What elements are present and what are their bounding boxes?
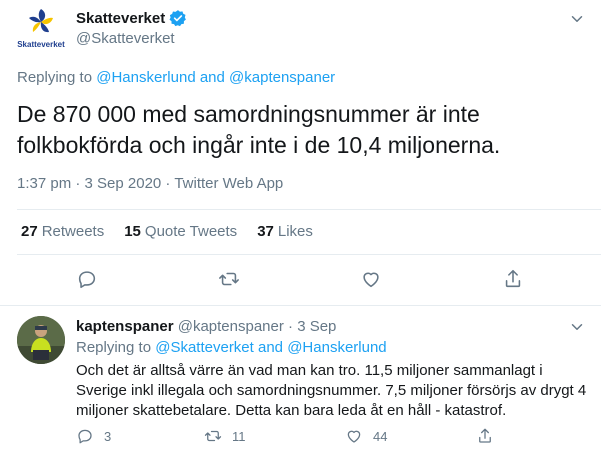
author-name[interactable]: Skatteverket xyxy=(76,9,187,27)
tweet-timestamp[interactable]: 1:37 pm · 3 Sep 2020 · Twitter Web App xyxy=(17,175,283,192)
tweet-actions xyxy=(0,268,601,292)
tweet-stats: 27 Retweets 15 Quote Tweets 37 Likes xyxy=(21,223,333,240)
chevron-down-icon[interactable] xyxy=(568,318,586,336)
reply-text: Och det är alltså värre än vad man kan t… xyxy=(76,362,587,419)
quote-tweets-stat[interactable]: 15 Quote Tweets xyxy=(124,223,237,240)
quotes-label: Quote Tweets xyxy=(144,223,238,240)
divider xyxy=(0,305,601,306)
share-icon[interactable] xyxy=(502,268,524,290)
like-count: 44 xyxy=(373,428,388,444)
reply-date[interactable]: 3 Sep xyxy=(297,318,336,335)
replying-to: Replying to @Skatteverket and @Hanskerlu… xyxy=(76,339,387,356)
reply-icon[interactable] xyxy=(76,268,98,290)
replying-prefix: Replying to xyxy=(17,69,93,86)
reply-author-handle[interactable]: @kaptenspaner xyxy=(178,318,284,335)
replying-to: Replying to @Hanskerlund and @kaptenspan… xyxy=(17,69,335,86)
replying-and: and xyxy=(258,339,284,356)
tweet-text: De 870 000 med samordningsnummer är inte… xyxy=(17,101,501,158)
replying-user-link[interactable]: @Hanskerlund xyxy=(287,339,386,356)
like-button[interactable]: 44 xyxy=(345,427,387,445)
like-icon xyxy=(347,430,361,443)
quotes-count: 15 xyxy=(124,223,141,240)
avatar[interactable] xyxy=(17,316,65,364)
reply-count: 3 xyxy=(104,428,112,444)
verified-badge-icon xyxy=(169,10,187,27)
likes-label: Likes xyxy=(277,223,313,240)
replying-user-link[interactable]: @Skatteverket xyxy=(155,339,254,356)
author-name-text: Skatteverket xyxy=(76,9,166,27)
retweets-stat[interactable]: 27 Retweets xyxy=(21,223,104,240)
replying-and: and xyxy=(199,69,225,86)
share-button[interactable] xyxy=(476,427,494,445)
skatteverket-logo-icon: Skatteverket xyxy=(17,9,65,49)
reply-button[interactable]: 3 xyxy=(76,427,111,445)
replying-prefix: Replying to xyxy=(76,339,152,356)
like-icon[interactable] xyxy=(360,268,382,290)
replying-user-link[interactable]: @kaptenspaner xyxy=(229,69,335,86)
retweet-button[interactable]: 11 xyxy=(204,427,246,445)
author-handle[interactable]: @Skatteverket xyxy=(76,30,175,47)
chevron-down-icon[interactable] xyxy=(568,10,586,28)
user-photo-icon xyxy=(17,316,65,364)
reply-author-name[interactable]: kaptenspaner xyxy=(76,318,174,335)
divider xyxy=(17,254,601,255)
retweet-icon xyxy=(204,430,222,442)
reply-icon xyxy=(78,429,92,444)
separator-dot: · xyxy=(288,318,294,335)
skatteverket-logo-avatar[interactable]: Skatteverket xyxy=(17,5,65,53)
retweet-icon[interactable] xyxy=(218,268,240,290)
likes-count: 37 xyxy=(257,223,274,240)
logo-wordmark: Skatteverket xyxy=(17,40,65,49)
main-tweet: Skatteverket Skatteverket @Skatteverket … xyxy=(0,0,601,306)
likes-stat[interactable]: 37 Likes xyxy=(257,223,313,240)
retweets-label: Retweets xyxy=(41,223,105,240)
replying-user-link[interactable]: @Hanskerlund xyxy=(96,69,195,86)
divider xyxy=(17,209,601,210)
reply-header: kaptenspaner @kaptenspaner · 3 Sep xyxy=(76,318,336,335)
retweets-count: 27 xyxy=(21,223,38,240)
reply-actions: 3 11 44 xyxy=(0,427,601,447)
share-icon xyxy=(479,428,491,443)
retweet-count: 11 xyxy=(232,428,246,444)
